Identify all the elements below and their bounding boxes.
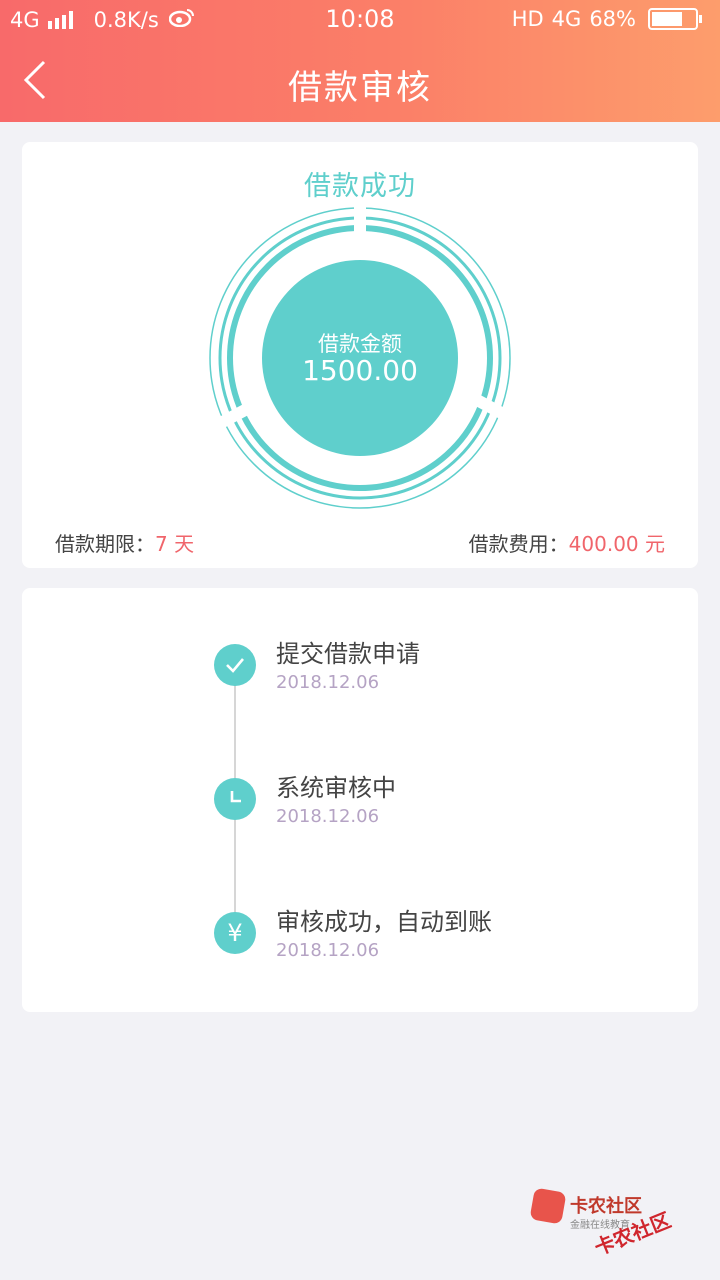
nav-bar: 借款审核 — [0, 40, 720, 122]
loan-status: 借款成功 — [304, 171, 416, 202]
step-title: 系统审核中 — [276, 774, 396, 802]
hd-indicator: HD — [511, 7, 544, 31]
term-label: 借款期限： — [55, 532, 155, 556]
term-value: 7 天 — [155, 532, 195, 556]
step-date: 2018.12.06 — [276, 672, 380, 693]
status-bar: 4G 0.8K/s 10:08 HD 4G 68% — [0, 0, 720, 40]
page-title: 借款审核 — [288, 68, 432, 108]
yen-glyph: ¥ — [227, 919, 243, 947]
fee-label: 借款费用： — [468, 532, 569, 556]
timeline-step: 系统审核中 2018.12.06 — [214, 768, 674, 828]
loan-fee: 借款费用：400.00 元 — [469, 528, 665, 557]
network-type-right: 4G — [551, 7, 582, 31]
battery-icon — [648, 8, 702, 30]
clock-icon — [214, 778, 256, 820]
step-title: 审核成功，自动到账 — [276, 908, 492, 936]
timeline-step: ¥ 审核成功，自动到账 2018.12.06 — [214, 902, 674, 962]
watermark-text: 卡农社区 — [570, 1196, 642, 1217]
loan-result-card: 借款成功 借款金额 1500.00 借款期限：7 天 借款费用：400.00 元 — [22, 142, 698, 568]
step-date: 2018.12.06 — [276, 806, 380, 827]
step-title: 提交借款申请 — [276, 640, 420, 668]
watermark-logo — [529, 1187, 567, 1225]
watermark: 卡农社区 金融在线教育 卡农社区 — [529, 1187, 712, 1268]
fee-value: 400.00 元 — [568, 532, 665, 556]
step-date: 2018.12.06 — [276, 940, 380, 961]
app-header: 4G 0.8K/s 10:08 HD 4G 68% 借款审核 — [0, 0, 720, 122]
battery-percent: 68% — [589, 7, 636, 31]
yen-icon: ¥ — [214, 912, 256, 954]
amount-value: 1500.00 — [302, 354, 418, 387]
timeline-step: 提交借款申请 2018.12.06 — [214, 634, 674, 694]
loan-term: 借款期限：7 天 — [55, 528, 194, 557]
progress-timeline-card: 提交借款申请 2018.12.06 系统审核中 2018.12.06 ¥ 审核成… — [22, 588, 698, 1012]
check-icon — [214, 644, 256, 686]
